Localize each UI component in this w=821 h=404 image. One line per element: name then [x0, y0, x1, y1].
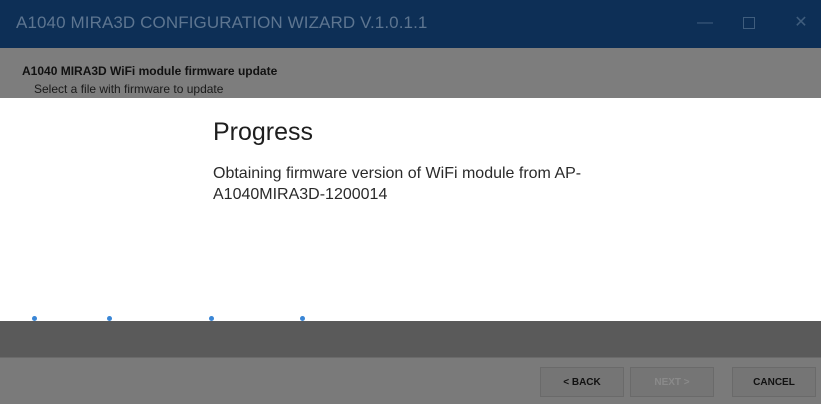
progress-title: Progress	[213, 118, 314, 146]
content-overlay	[0, 321, 821, 357]
title-bar: A1040 MIRA3D CONFIGURATION WIZARD V.1.0.…	[0, 0, 821, 48]
progress-dialog: Progress Obtaining firmware version of W…	[0, 98, 821, 321]
maximize-icon[interactable]	[734, 12, 764, 34]
wizard-step-subtitle: Select a file with firmware to update	[34, 82, 224, 96]
back-button[interactable]: < BACK	[540, 367, 624, 397]
close-icon[interactable]: ✕	[786, 12, 816, 34]
next-button[interactable]: NEXT >	[630, 367, 714, 397]
progress-message: Obtaining firmware version of WiFi modul…	[213, 165, 582, 203]
window-title: A1040 MIRA3D CONFIGURATION WIZARD V.1.0.…	[16, 13, 428, 32]
wizard-header: A1040 MIRA3D WiFi module firmware update…	[0, 48, 821, 98]
wizard-step-title: A1040 MIRA3D WiFi module firmware update	[22, 64, 278, 78]
minimize-icon[interactable]: —	[690, 12, 720, 34]
cancel-button[interactable]: CANCEL	[732, 367, 816, 397]
wizard-footer: < BACK NEXT > CANCEL	[0, 357, 821, 404]
